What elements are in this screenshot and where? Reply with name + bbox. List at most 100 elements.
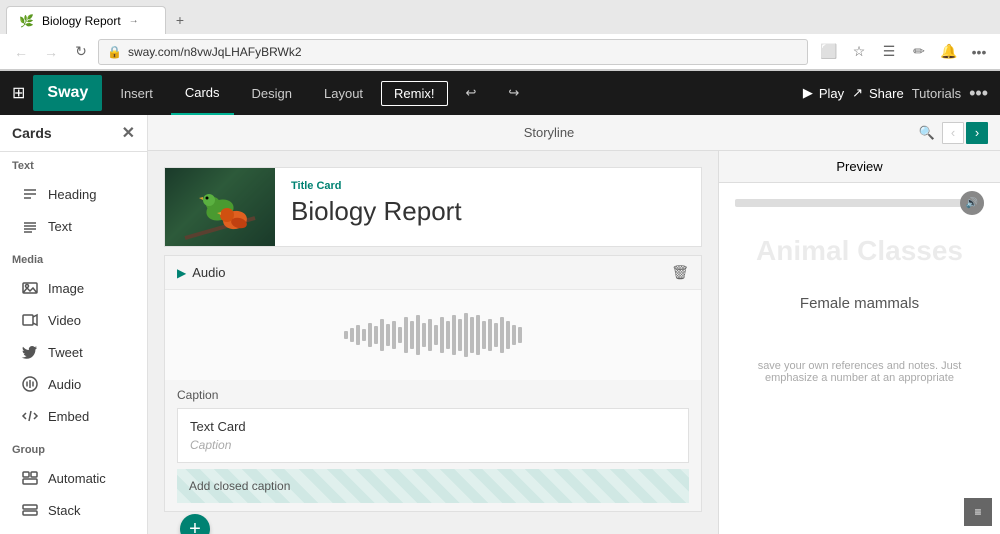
audio-card-header: ▶ Audio 🗑 xyxy=(165,256,701,290)
preview-notes-text: save your own references and notes. Just… xyxy=(735,360,984,384)
add-caption-button[interactable]: Add closed caption xyxy=(177,469,689,503)
insert-button[interactable]: Insert xyxy=(106,71,167,115)
card-item-stack[interactable]: Stack xyxy=(12,494,135,526)
audio-play-icon[interactable]: ▶ xyxy=(177,266,186,280)
waveform-bar xyxy=(506,321,510,349)
storyline-label: Storyline xyxy=(182,125,916,140)
preview-header: Preview xyxy=(719,151,1000,183)
storyline-search-button[interactable]: 🔍 xyxy=(916,122,938,144)
twitter-icon xyxy=(20,342,40,362)
waveform-bar xyxy=(470,317,474,353)
video-label: Video xyxy=(48,313,81,328)
text-icon xyxy=(20,216,40,236)
notifications-icon[interactable]: 🔔 xyxy=(936,39,962,65)
waveform-bar xyxy=(404,317,408,353)
tab-close-button[interactable]: → xyxy=(129,15,139,26)
redo-button[interactable]: ↪ xyxy=(494,71,533,115)
sidebar-icon[interactable]: ⬜ xyxy=(816,39,842,65)
preview-audio-bar: 🔊 xyxy=(735,199,984,207)
plus-icon: + xyxy=(189,518,201,534)
browser-more[interactable]: ••• xyxy=(966,39,992,65)
card-item-tweet[interactable]: Tweet xyxy=(12,336,135,368)
card-item-video[interactable]: Video xyxy=(12,304,135,336)
layout-button[interactable]: Layout xyxy=(310,71,377,115)
cards-button[interactable]: Cards xyxy=(171,71,234,115)
storyline-nav-left[interactable]: ‹ xyxy=(942,122,964,144)
main-layout: Cards ✕ Text Heading xyxy=(0,115,1000,534)
edit-icon[interactable]: ✏ xyxy=(906,39,932,65)
card-item-audio[interactable]: Audio xyxy=(12,368,135,400)
audio-waveform-area xyxy=(165,290,701,380)
play-icon: ▶ xyxy=(803,85,813,101)
waveform-bar xyxy=(494,323,498,347)
waveform-bar xyxy=(398,327,402,343)
hub-icon[interactable]: ☰ xyxy=(876,39,902,65)
caption-section: Caption Text Card Caption Add closed cap… xyxy=(165,380,701,511)
cards-section-text: Text Heading xyxy=(0,152,147,246)
preview-audio-icon[interactable]: 🔊 xyxy=(960,191,984,215)
grid-icon[interactable]: ⊞ xyxy=(12,83,25,103)
design-button[interactable]: Design xyxy=(238,71,306,115)
add-card-button[interactable]: + xyxy=(180,514,210,534)
waveform-bar xyxy=(446,321,450,349)
section-title-media: Media xyxy=(12,254,135,266)
title-card-title: Biology Report xyxy=(291,196,685,227)
new-tab-button[interactable]: + xyxy=(166,6,194,34)
automatic-icon xyxy=(20,468,40,488)
waveform-bar xyxy=(422,323,426,347)
text-label: Text xyxy=(48,219,72,234)
waveform-bar xyxy=(368,323,372,347)
favorites-icon[interactable]: ☆ xyxy=(846,39,872,65)
share-button[interactable]: ↗ Share xyxy=(852,85,904,101)
remix-button[interactable]: Remix! xyxy=(381,81,447,106)
forward-button[interactable]: → xyxy=(38,39,64,65)
preview-label: Preview xyxy=(836,159,882,174)
waveform-bar xyxy=(512,325,516,345)
app-logo[interactable]: Sway xyxy=(33,75,102,111)
card-item-heading[interactable]: Heading xyxy=(12,178,135,210)
cards-close-button[interactable]: ✕ xyxy=(122,123,135,143)
waveform-bar xyxy=(464,313,468,357)
preview-content: 🔊 Animal Classes Female mammals save you… xyxy=(719,183,1000,534)
address-bar[interactable]: 🔒 sway.com/n8vwJqLHAFyBRWk2 xyxy=(98,39,808,65)
storyline-nav-right[interactable]: › xyxy=(966,122,988,144)
caption-label: Caption xyxy=(177,388,689,402)
card-item-automatic[interactable]: Automatic xyxy=(12,462,135,494)
back-button[interactable]: ← xyxy=(8,39,34,65)
caption-card[interactable]: Text Card Caption xyxy=(177,408,689,463)
nav-bar: ← → ↻ 🔒 sway.com/n8vwJqLHAFyBRWk2 ⬜ ☆ ☰ … xyxy=(0,34,1000,70)
card-item-text[interactable]: Text xyxy=(12,210,135,242)
tutorials-button[interactable]: Tutorials xyxy=(912,86,961,101)
active-tab[interactable]: 🌿 Biology Report → xyxy=(6,6,166,34)
heading-label: Heading xyxy=(48,187,96,202)
waveform-bar xyxy=(452,315,456,355)
title-card-image xyxy=(165,168,275,246)
title-image-placeholder xyxy=(165,168,275,246)
tab-title: Biology Report xyxy=(42,14,121,28)
preview-panel: Preview 🔊 Animal Classes Female mammals … xyxy=(718,151,1000,534)
waveform-bar xyxy=(362,329,366,341)
audio-card: ▶ Audio 🗑 xyxy=(164,255,702,512)
audio-delete-button[interactable]: 🗑 xyxy=(671,264,689,281)
play-label: Play xyxy=(819,86,844,101)
audio-card-title-group: ▶ Audio xyxy=(177,265,225,280)
undo-button[interactable]: ↩ xyxy=(452,71,491,115)
tab-bar: 🌿 Biology Report → + xyxy=(0,0,1000,34)
preview-notes-icon-button[interactable]: ≡ xyxy=(964,498,992,526)
caption-card-text[interactable]: Caption xyxy=(190,438,676,452)
storyline-content: Title Card Biology Report ▶ Audio 🗑 xyxy=(148,151,718,534)
audio-label: Audio xyxy=(48,377,81,392)
url-text: sway.com/n8vwJqLHAFyBRWk2 xyxy=(128,45,302,59)
preview-watermark: Animal Classes xyxy=(756,235,963,267)
waveform-bar xyxy=(344,331,348,339)
waveform-bar xyxy=(410,321,414,349)
waveform-bar xyxy=(350,328,354,342)
play-button[interactable]: ▶ Play xyxy=(803,85,844,101)
lock-icon: 🔒 xyxy=(107,45,122,59)
toolbar-more-button[interactable]: ••• xyxy=(969,84,988,102)
card-item-image[interactable]: Image xyxy=(12,272,135,304)
waveform-bar xyxy=(386,324,390,346)
refresh-button[interactable]: ↻ xyxy=(68,39,94,65)
card-item-embed[interactable]: Embed xyxy=(12,400,135,432)
waveform-bar xyxy=(458,319,462,351)
